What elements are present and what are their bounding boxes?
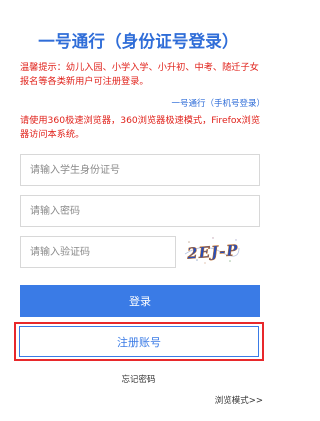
captcha-text: 2EJ-P — [186, 241, 240, 263]
login-button[interactable]: 登录 — [20, 285, 260, 317]
forgot-password-link[interactable]: 忘记密码 — [0, 373, 277, 385]
password-input[interactable] — [20, 195, 260, 227]
phone-login-link[interactable]: 一号通行（手机号登录） — [171, 98, 265, 110]
page-title: 一号通行（身份证号登录） — [38, 32, 239, 51]
browser-notice-text: 请使用360极速浏览器，360浏览器极速模式，Firefox浏览器访问本系统。 — [20, 115, 261, 140]
captcha-image[interactable]: 2EJ-P — [183, 234, 241, 266]
browse-mode-link[interactable]: 浏览模式>> — [215, 394, 263, 406]
student-id-input[interactable] — [20, 154, 260, 186]
captcha-input[interactable] — [20, 236, 176, 268]
notice-text: 温馨提示：幼儿入园、小学入学、小升初、中考、随迁子女报名等各类新用户可注册登录。 — [20, 62, 259, 87]
register-button[interactable]: 注册账号 — [19, 326, 259, 357]
